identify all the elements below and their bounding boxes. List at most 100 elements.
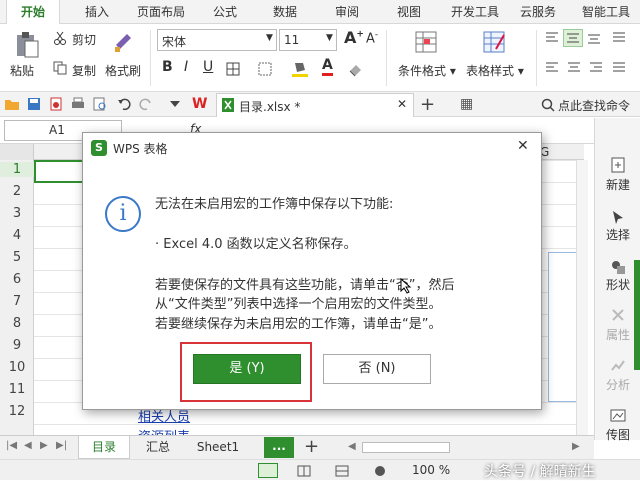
cut-label[interactable]: 剪切 bbox=[72, 31, 96, 48]
scroll-left-icon[interactable]: ◀ bbox=[348, 441, 356, 452]
first-sheet-icon[interactable]: |◀ bbox=[6, 440, 17, 451]
tab-developer[interactable]: 开发工具 bbox=[444, 0, 506, 24]
ribbon-tab-bar: 开始 插入 页面布局 公式 数据 审阅 视图 开发工具 云服务 智能工具 bbox=[0, 0, 640, 25]
add-sheet-icon[interactable]: + bbox=[304, 436, 319, 457]
side-new[interactable]: 新建 bbox=[595, 176, 640, 193]
orientation-icon[interactable] bbox=[610, 30, 628, 46]
align-middle-icon[interactable] bbox=[563, 29, 583, 47]
align-center-icon[interactable] bbox=[565, 60, 583, 76]
more-sheets-button[interactable]: ... bbox=[264, 437, 294, 458]
dialog-title-bar[interactable]: S WPS 表格 ✕ bbox=[83, 133, 541, 163]
align-top-icon[interactable] bbox=[543, 30, 561, 46]
align-left-icon[interactable] bbox=[543, 60, 561, 76]
sheet-tab-huizong[interactable]: 汇总 bbox=[134, 436, 182, 459]
row-number[interactable]: 7 bbox=[0, 294, 34, 309]
redo-icon[interactable] bbox=[138, 96, 154, 112]
normal-view-icon[interactable] bbox=[258, 463, 278, 478]
paste-icon[interactable] bbox=[12, 30, 42, 60]
justify-icon[interactable] bbox=[610, 60, 628, 76]
format-painter-icon[interactable] bbox=[112, 30, 134, 54]
font-size-select[interactable]: 11 ▼ bbox=[279, 29, 337, 51]
side-upload-image[interactable]: 传图 bbox=[595, 426, 640, 443]
align-bottom-icon[interactable] bbox=[585, 30, 603, 46]
sheet-tab-mulu[interactable]: 目录 bbox=[78, 436, 130, 459]
search-command[interactable]: 点此查找命令 bbox=[558, 97, 630, 114]
row-number[interactable]: 8 bbox=[0, 316, 34, 331]
shrink-font-icon[interactable]: A- bbox=[366, 30, 378, 46]
tab-smart-tools[interactable]: 智能工具 bbox=[572, 0, 640, 24]
shrink-font-letter: A bbox=[366, 31, 375, 47]
search-icon[interactable] bbox=[540, 97, 556, 113]
format-painter-label[interactable]: 格式刷 bbox=[105, 62, 141, 79]
close-icon[interactable]: ✕ bbox=[517, 138, 529, 154]
new-icon bbox=[608, 156, 628, 174]
copy-label[interactable]: 复制 bbox=[72, 62, 96, 79]
row-number[interactable]: 9 bbox=[0, 338, 34, 353]
tab-home[interactable]: 开始 bbox=[6, 0, 60, 25]
tab-page-layout[interactable]: 页面布局 bbox=[128, 0, 194, 24]
side-analysis[interactable]: 分析 bbox=[595, 376, 640, 393]
page-layout-view-icon[interactable] bbox=[296, 463, 312, 478]
row-number[interactable]: 5 bbox=[0, 250, 34, 265]
scroll-right-icon[interactable]: ▶ bbox=[572, 441, 580, 452]
table-style-icon[interactable] bbox=[480, 28, 510, 56]
tab-formulas[interactable]: 公式 bbox=[200, 0, 250, 24]
row-number[interactable]: 1 bbox=[0, 162, 34, 177]
fill-pattern-icon[interactable] bbox=[256, 60, 274, 78]
sheet-tab-sheet1[interactable]: Sheet1 bbox=[188, 436, 248, 459]
export-pdf-icon[interactable] bbox=[48, 96, 64, 112]
close-tab-icon[interactable]: ✕ bbox=[397, 97, 407, 111]
row-number[interactable]: 12 bbox=[0, 404, 34, 419]
underline-button[interactable]: U bbox=[203, 59, 213, 75]
font-color-icon[interactable]: A bbox=[322, 57, 333, 76]
tab-insert[interactable]: 插入 bbox=[70, 0, 124, 24]
tab-view[interactable]: 视图 bbox=[384, 0, 434, 24]
paste-label[interactable]: 粘贴 bbox=[10, 62, 34, 79]
customize-toolbar-icon[interactable] bbox=[168, 96, 182, 112]
cut-icon[interactable] bbox=[52, 30, 68, 46]
clear-format-icon[interactable] bbox=[346, 60, 366, 78]
page-break-view-icon[interactable] bbox=[334, 463, 350, 478]
wps-logo-icon[interactable]: W bbox=[192, 96, 207, 112]
print-preview-icon[interactable] bbox=[92, 96, 108, 112]
side-select[interactable]: 选择 bbox=[595, 226, 640, 243]
bold-button[interactable]: B bbox=[162, 59, 173, 75]
grow-font-icon[interactable]: A+ bbox=[344, 28, 364, 47]
last-sheet-icon[interactable]: ▶| bbox=[56, 440, 67, 451]
fill-color-icon[interactable] bbox=[290, 60, 310, 78]
prev-sheet-icon[interactable]: ◀ bbox=[24, 440, 32, 451]
side-panel-handle[interactable] bbox=[634, 260, 640, 370]
row-number[interactable]: 2 bbox=[0, 184, 34, 199]
tab-review[interactable]: 审阅 bbox=[322, 0, 372, 24]
horizontal-scrollbar[interactable] bbox=[362, 442, 450, 453]
select-all-corner[interactable] bbox=[0, 144, 34, 160]
tab-data[interactable]: 数据 bbox=[260, 0, 310, 24]
conditional-format-icon[interactable] bbox=[412, 28, 442, 56]
reading-mode-icon[interactable] bbox=[372, 463, 388, 478]
row-number[interactable]: 4 bbox=[0, 228, 34, 243]
print-icon[interactable] bbox=[70, 96, 86, 112]
zoom-level[interactable]: 100 % bbox=[412, 463, 450, 477]
undo-icon[interactable] bbox=[116, 96, 132, 112]
document-tab[interactable]: 目录.xlsx * ✕ bbox=[216, 93, 414, 117]
vertical-scrollbar[interactable] bbox=[576, 160, 588, 435]
no-button[interactable]: 否 (N) bbox=[323, 354, 431, 384]
open-folder-icon[interactable] bbox=[4, 96, 20, 112]
save-icon[interactable] bbox=[26, 96, 42, 112]
row-number[interactable]: 3 bbox=[0, 206, 34, 221]
row-number[interactable]: 11 bbox=[0, 382, 34, 397]
row-number[interactable]: 6 bbox=[0, 272, 34, 287]
new-tab-icon[interactable]: + bbox=[420, 94, 435, 115]
table-style-label[interactable]: 表格样式 ▾ bbox=[466, 62, 524, 79]
tab-cloud[interactable]: 云服务 bbox=[512, 0, 564, 24]
border-icon[interactable] bbox=[224, 60, 242, 78]
next-sheet-icon[interactable]: ▶ bbox=[40, 440, 48, 451]
row-number[interactable]: 10 bbox=[0, 360, 34, 375]
italic-button[interactable]: I bbox=[184, 59, 188, 75]
conditional-format-label[interactable]: 条件格式 ▾ bbox=[398, 62, 456, 79]
copy-icon[interactable] bbox=[52, 60, 68, 76]
tab-list-icon[interactable]: ▦ bbox=[460, 96, 473, 112]
font-name-select[interactable]: 宋体 ▼ bbox=[157, 29, 277, 51]
align-right-icon[interactable] bbox=[587, 60, 605, 76]
yes-button[interactable]: 是 (Y) bbox=[193, 354, 301, 384]
